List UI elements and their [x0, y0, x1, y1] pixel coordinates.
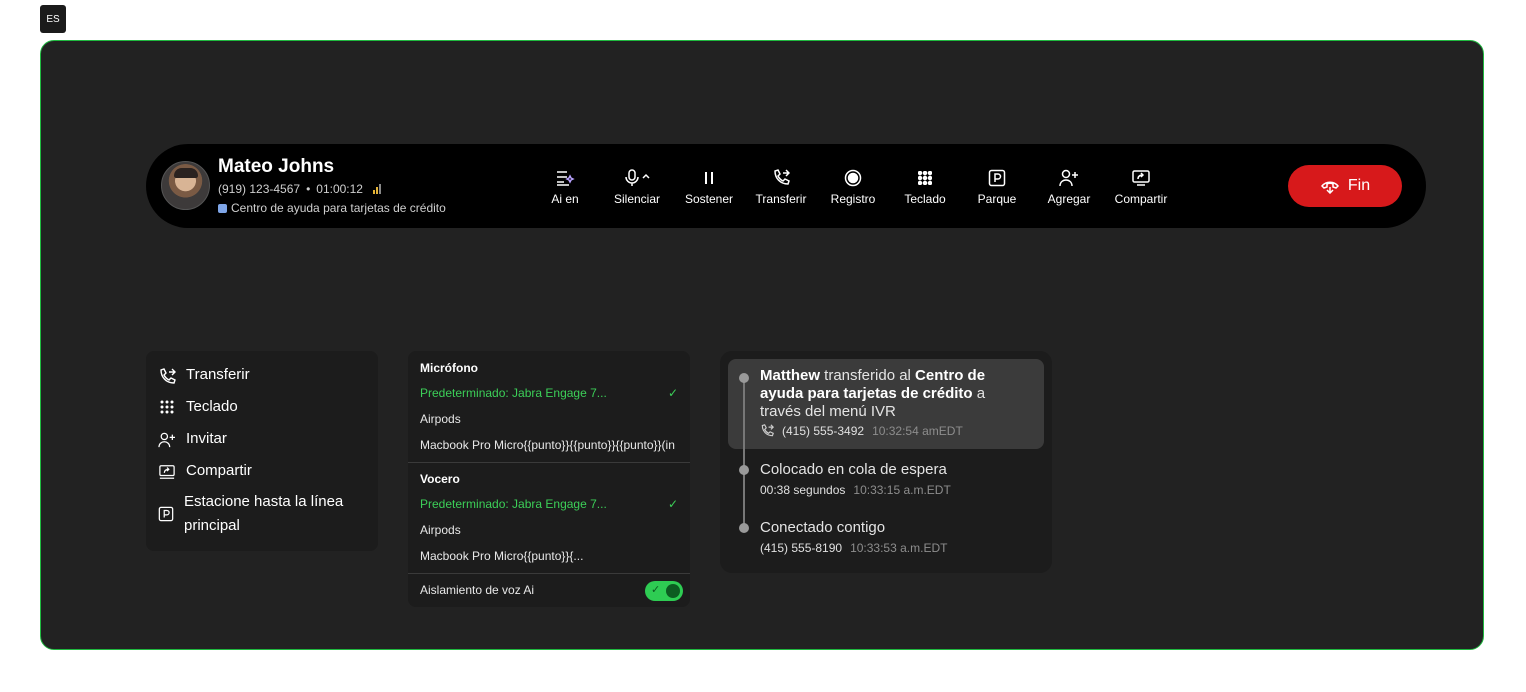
timeline-dot [739, 373, 749, 383]
add-button[interactable]: Agregar [1033, 168, 1105, 206]
hold-button[interactable]: Sostener [673, 168, 745, 206]
caller-queue: Centro de ayuda para tarjetas de crédito [218, 201, 446, 215]
meta-separator: • [306, 182, 311, 196]
timeline-line [743, 378, 745, 528]
menu-item-keypad[interactable]: Teclado [158, 398, 238, 415]
queue-color-icon [218, 203, 227, 213]
signal-strength-icon [372, 184, 381, 194]
timeline-event-queue: Colocado en cola de espera [760, 461, 947, 478]
check-icon: ✓ [667, 497, 678, 511]
keypad-icon [889, 168, 961, 188]
check-icon: ✓ [667, 386, 678, 400]
park-button[interactable]: Parque [961, 168, 1033, 206]
share-screen-icon [158, 462, 176, 480]
share-screen-icon [1105, 168, 1177, 188]
keypad-icon [158, 398, 176, 414]
mute-button[interactable]: Silenciar [601, 168, 673, 206]
speaker-option-airpods[interactable]: Airpods [420, 523, 461, 537]
timeline-dot [739, 523, 749, 533]
menu-item-share[interactable]: Compartir [158, 462, 252, 480]
audio-settings-panel: Micrófono Predeterminado: Jabra Engage 7… [408, 351, 690, 607]
call-bar: Mateo Johns (919) 123-4567 • 01:00:12 Ce… [146, 144, 1426, 228]
language-badge[interactable]: ES [40, 5, 66, 33]
park-icon [158, 494, 174, 522]
transfer-icon [761, 424, 774, 437]
add-user-icon [1033, 168, 1105, 188]
check-icon: ✓ [651, 584, 661, 596]
mic-option-default[interactable]: Predeterminado: Jabra Engage 7... [420, 386, 607, 400]
share-button[interactable]: Compartir [1105, 168, 1177, 206]
mic-option-airpods[interactable]: Airpods [420, 412, 461, 426]
transfer-icon [745, 168, 817, 188]
timeline-event-connected-meta: (415) 555-8190 10:33:53 a.m.EDT [760, 541, 948, 555]
record-icon [817, 168, 889, 188]
microphone-heading: Micrófono [420, 361, 478, 375]
voice-isolation-toggle[interactable]: ✓ [645, 581, 683, 601]
menu-item-park[interactable]: Estacione hasta la línea principal [158, 493, 358, 538]
timeline-dot [739, 465, 749, 475]
speaker-heading: Vocero [420, 472, 460, 486]
keypad-button[interactable]: Teclado [889, 168, 961, 206]
speaker-option-default[interactable]: Predeterminado: Jabra Engage 7... [420, 497, 607, 511]
divider [408, 573, 690, 574]
record-button[interactable]: Registro [817, 168, 889, 206]
call-duration: 01:00:12 [316, 182, 363, 196]
call-timeline: Matthew transferido al Centro de ayuda p… [720, 351, 1052, 573]
queue-label: Centro de ayuda para tarjetas de crédito [231, 201, 446, 215]
divider [408, 462, 690, 463]
app-frame: Mateo Johns (919) 123-4567 • 01:00:12 Ce… [40, 40, 1484, 650]
add-user-icon [158, 430, 176, 448]
caller-phone: (919) 123-4567 [218, 182, 301, 196]
transfer-icon [158, 366, 176, 386]
pause-icon [673, 168, 745, 188]
microphone-icon [601, 168, 673, 188]
transfer-button[interactable]: Transferir [745, 168, 817, 206]
end-call-button[interactable]: Fin [1288, 165, 1402, 207]
menu-item-invite[interactable]: Invitar [158, 430, 227, 448]
timeline-event-queue-meta: 00:38 segundos 10:33:15 a.m.EDT [760, 483, 951, 497]
call-options-menu: Transferir Teclado Invitar Compartir Est… [146, 351, 378, 551]
mic-option-macbook[interactable]: Macbook Pro Micro{{punto}}{{punto}}{{pun… [420, 438, 675, 452]
ai-sparkle-icon [529, 168, 601, 188]
ai-button[interactable]: Ai en [529, 168, 601, 206]
avatar [161, 161, 210, 210]
hang-up-icon [1320, 181, 1339, 194]
menu-item-transfer[interactable]: Transferir [158, 366, 250, 386]
timeline-event-transfer: Matthew transferido al Centro de ayuda p… [760, 367, 986, 420]
caller-meta: (919) 123-4567 • 01:00:12 [218, 182, 381, 196]
voice-isolation-label: Aislamiento de voz Ai [420, 583, 535, 597]
park-icon [961, 168, 1033, 188]
timeline-event-transfer-meta: (415) 555-3492 10:32:54 amEDT [760, 424, 963, 438]
speaker-option-macbook[interactable]: Macbook Pro Micro{{punto}}{... [420, 549, 583, 563]
caller-name: Mateo Johns [218, 156, 335, 177]
timeline-event-connected: Conectado contigo [760, 519, 886, 536]
